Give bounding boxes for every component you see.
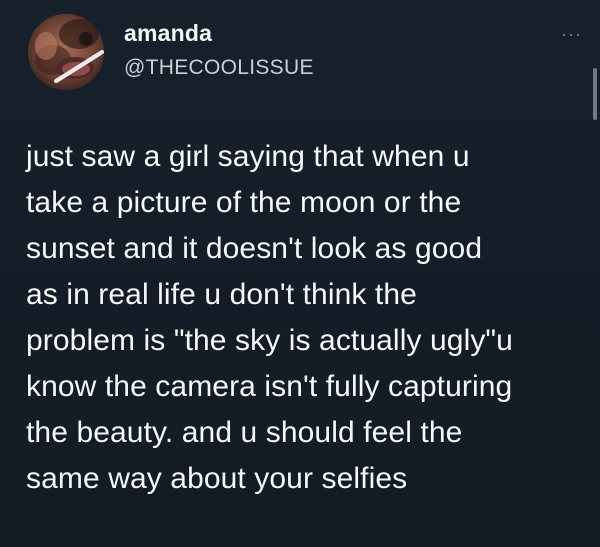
author-name[interactable]: amanda (124, 19, 314, 47)
tweet-text-line: problem is "the sky is actually ugly"u (26, 324, 513, 357)
tweet-text-line: same way about your selfies (26, 462, 408, 495)
avatar-image (28, 14, 104, 90)
scrollbar[interactable] (593, 68, 597, 120)
tweet-text-line: as in real life u don't think the (26, 278, 417, 311)
tweet-text-line: the beauty. and u should feel the (26, 416, 463, 449)
author-handle[interactable]: @THECOOLISSUE (124, 55, 314, 81)
tweet-text-line: just saw a girl saying that when u (26, 140, 470, 173)
tweet-card: amanda @THECOOLISSUE ··· just saw a girl… (0, 0, 600, 547)
more-options-icon[interactable]: ··· (561, 25, 582, 43)
tweet-header: amanda @THECOOLISSUE (28, 14, 314, 90)
tweet-text-line: know the camera isn't fully capturing (26, 370, 513, 403)
tweet-text: just saw a girl saying that when u take … (26, 134, 586, 502)
tweet-text-line: take a picture of the moon or the (26, 186, 462, 219)
avatar[interactable] (28, 14, 104, 90)
tweet-text-line: sunset and it doesn't look as good (26, 232, 483, 265)
author-identity: amanda @THECOOLISSUE (124, 19, 314, 81)
